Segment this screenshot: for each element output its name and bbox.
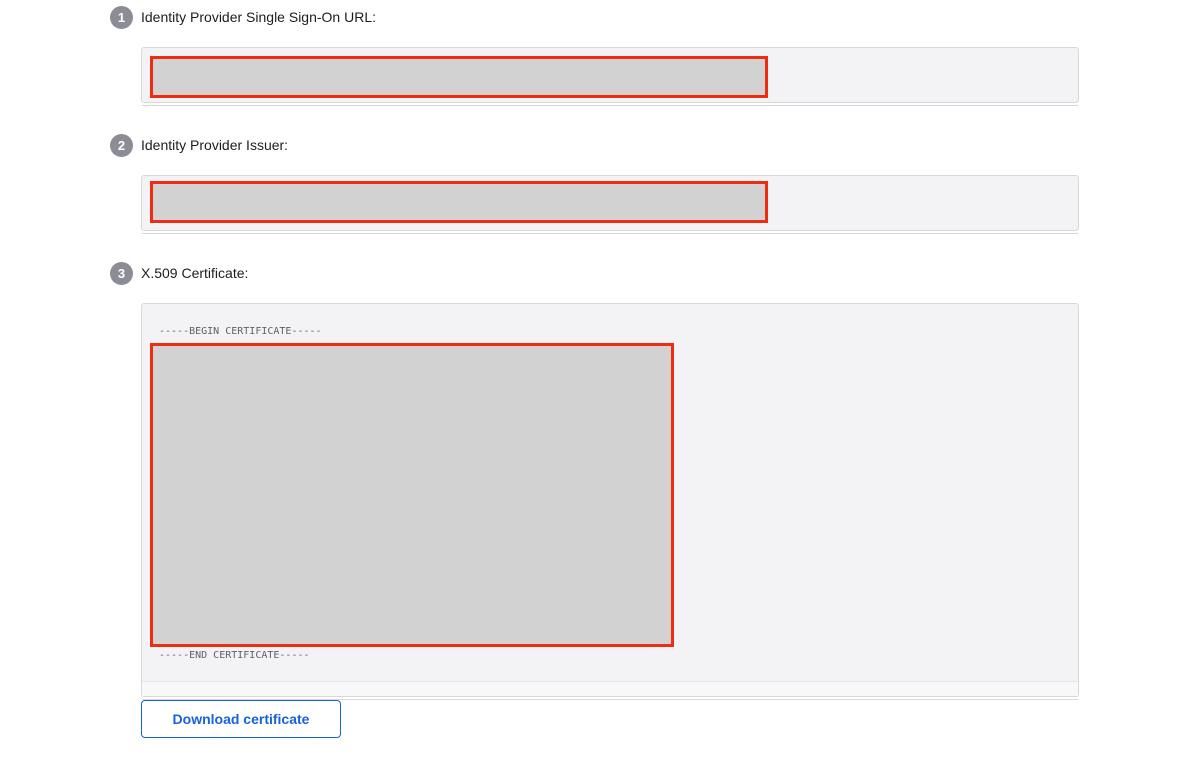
certificate-label: X.509 Certificate:: [141, 265, 249, 281]
redacted-certificate: [150, 343, 674, 647]
step-number-badge: 2: [110, 133, 133, 157]
redacted-sso-url: [150, 56, 768, 98]
download-certificate-button[interactable]: Download certificate: [141, 700, 341, 738]
sso-url-field[interactable]: [141, 47, 1079, 106]
certificate-field[interactable]: -----BEGIN CERTIFICATE----- -----END CER…: [141, 303, 1079, 700]
step-number-badge: 1: [110, 5, 133, 29]
issuer-field[interactable]: [141, 175, 1079, 234]
saml-setup-panel: 1 Identity Provider Single Sign-On URL: …: [0, 0, 1192, 757]
certificate-field-footer: [142, 681, 1078, 696]
sso-url-label: Identity Provider Single Sign-On URL:: [141, 9, 376, 25]
step-1-header: 1 Identity Provider Single Sign-On URL:: [110, 5, 376, 29]
step-number-badge: 3: [110, 261, 133, 285]
step-3-header: 3 X.509 Certificate:: [110, 261, 248, 285]
certificate-end-line: -----END CERTIFICATE-----: [159, 650, 310, 661]
certificate-begin-line: -----BEGIN CERTIFICATE-----: [159, 326, 322, 337]
issuer-label: Identity Provider Issuer:: [141, 137, 289, 153]
redacted-issuer: [150, 181, 768, 223]
step-2-header: 2 Identity Provider Issuer:: [110, 133, 288, 157]
